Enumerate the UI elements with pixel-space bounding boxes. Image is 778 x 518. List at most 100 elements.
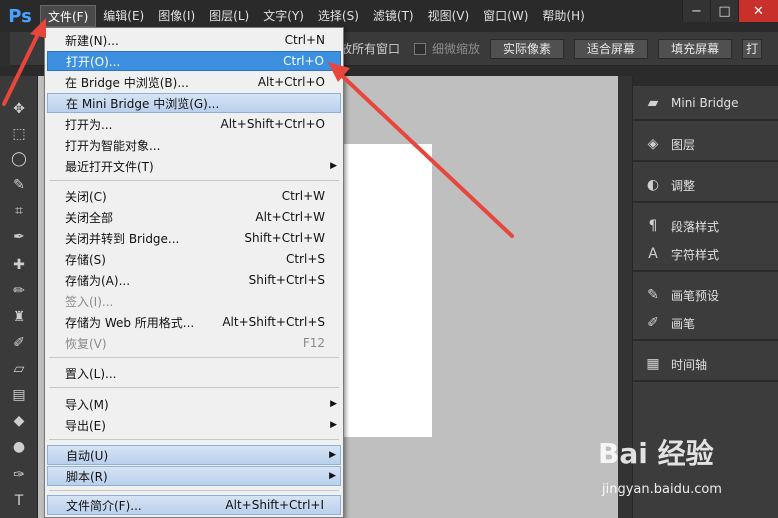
panel-timeline[interactable]: ▦ 时间轴 [633,352,778,376]
document-canvas[interactable] [338,144,432,437]
close-button[interactable]: ✕ [738,0,778,22]
panel-layers[interactable]: ◈ 图层 [633,132,778,156]
menu-separator [49,180,339,181]
panel-brush[interactable]: ✐ 画笔 [633,311,778,335]
menu-item-export[interactable]: 导出(E) ▶ [47,415,341,435]
menu-filter[interactable]: 滤镜(T) [366,5,421,27]
blur-tool-icon[interactable]: ◆ [8,410,30,432]
scrubby-zoom-label: 细微缩放 [432,42,481,56]
adjustments-icon: ◐ [646,177,660,193]
dock-separator [633,201,778,203]
marquee-tool-icon[interactable]: ⬚ [8,123,30,145]
menu-separator [49,357,339,358]
move-tool-icon[interactable]: ✥ [8,98,30,120]
menu-item-close-all[interactable]: 关闭全部 Alt+Ctrl+W [47,207,341,227]
menu-item-scripts[interactable]: 脚本(R) ▶ [47,466,341,486]
menu-separator [49,387,339,388]
options-bar-grip [0,31,10,66]
panel-character-styles[interactable]: A 字符样式 [633,242,778,266]
panel-label-mini-bridge: Mini Bridge [671,96,739,110]
menu-item-browse-in-bridge[interactable]: 在 Bridge 中浏览(B)... Alt+Ctrl+O [47,72,341,92]
menu-help[interactable]: 帮助(H) [535,5,591,27]
panel-label-timeline: 时间轴 [671,357,708,372]
menu-separator [49,490,339,491]
menu-item-open-recent[interactable]: 最近打开文件(T) ▶ [47,156,341,176]
minimize-button[interactable]: − [682,0,710,22]
panel-adjustments[interactable]: ◐ 调整 [633,173,778,197]
panel-brush-presets[interactable]: ✎ 画笔预设 [633,283,778,307]
brush-icon: ✐ [647,315,659,331]
panel-label-brush: 画笔 [671,316,696,331]
submenu-arrow-icon: ▶ [329,450,336,460]
menu-edit[interactable]: 编辑(E) [96,5,151,27]
panel-label-adjustments: 调整 [671,178,696,193]
menu-image[interactable]: 图像(I) [151,5,202,27]
submenu-arrow-icon: ▶ [330,399,337,409]
menu-item-close[interactable]: 关闭(C) Ctrl+W [47,186,341,206]
fit-screen-button[interactable]: 适合屏幕 [574,38,649,59]
mini-bridge-icon: ▰ [647,95,659,111]
dock-header[interactable] [633,76,778,86]
menu-separator [49,439,339,440]
file-menu-dropdown: 新建(N)... Ctrl+N 打开(O)... Ctrl+O 在 Bridge… [44,27,344,518]
menu-item-automate[interactable]: 自动(U) ▶ [47,445,341,465]
menu-item-save-as[interactable]: 存储为(A)... Shift+Ctrl+S [47,270,341,290]
brush-presets-icon: ✎ [647,287,659,303]
crop-tool-icon[interactable]: ⌗ [8,200,30,222]
clone-stamp-tool-icon[interactable]: ♜ [8,306,30,328]
menu-item-open[interactable]: 打开(O)... Ctrl+O [47,51,341,71]
actual-pixels-button[interactable]: 实际像素 [490,38,565,59]
menu-item-revert: 恢复(V) F12 [65,336,325,351]
menu-item-import[interactable]: 导入(M) ▶ [47,394,341,414]
timeline-icon: ▦ [646,356,660,372]
healing-brush-tool-icon[interactable]: ✚ [8,254,30,276]
menu-item-new[interactable]: 新建(N)... Ctrl+N [47,30,341,50]
dock-separator [633,270,778,272]
eraser-tool-icon[interactable]: ▱ [8,358,30,380]
panel-label-brush-presets: 画笔预设 [671,288,720,303]
panel-mini-bridge[interactable]: ▰ Mini Bridge [633,91,778,115]
dock-separator [633,119,778,121]
type-tool-icon[interactable]: T [8,490,30,512]
baidu-watermark: Bai 经验 jingyan.baidu.com [598,432,774,512]
lasso-tool-icon[interactable]: ◯ [8,148,30,170]
eyedropper-tool-icon[interactable]: ✒ [8,226,30,248]
watermark-url: jingyan.baidu.com [602,482,722,497]
zoom-all-windows-label: 放所有窗口 [340,42,401,56]
panel-label-paragraph-styles: 段落样式 [671,219,720,234]
submenu-arrow-icon: ▶ [330,420,337,430]
paragraph-styles-icon: ¶ [648,218,658,234]
history-brush-tool-icon[interactable]: ✐ [8,332,30,354]
menu-select[interactable]: 选择(S) [311,5,366,27]
menu-item-save[interactable]: 存储(S) Ctrl+S [47,249,341,269]
gradient-tool-icon[interactable]: ▤ [8,384,30,406]
window-controls: − □ ✕ [682,0,778,22]
pen-tool-icon[interactable]: ✑ [8,464,30,486]
fill-screen-button[interactable]: 填充屏幕 [658,38,733,59]
dodge-tool-icon[interactable]: ● [8,436,30,458]
layers-icon: ◈ [647,136,659,152]
panel-paragraph-styles[interactable]: ¶ 段落样式 [633,214,778,238]
menu-item-file-info[interactable]: 文件简介(F)... Alt+Shift+Ctrl+I [47,495,341,515]
menu-item-browse-in-mini-bridge[interactable]: 在 Mini Bridge 中浏览(G)... [47,93,341,113]
menu-layer[interactable]: 图层(L) [202,5,256,27]
menu-item-check-in: 签入(I)... [65,294,114,309]
scrubby-zoom-checkbox[interactable] [414,42,427,55]
print-size-button[interactable]: 打 [742,38,763,59]
menu-window[interactable]: 窗口(W) [476,5,535,27]
maximize-button[interactable]: □ [710,0,738,22]
brush-tool-icon[interactable]: ✏ [8,280,30,302]
submenu-arrow-icon: ▶ [330,161,337,171]
menu-item-place[interactable]: 置入(L)... [47,363,341,383]
menu-item-save-for-web[interactable]: 存储为 Web 所用格式... Alt+Shift+Ctrl+S [47,312,341,332]
menu-type[interactable]: 文字(Y) [256,5,311,27]
character-styles-icon: A [648,246,658,262]
tools-panel: ✥ ⬚ ◯ ✎ ⌗ ✒ ✚ ✏ ♜ ✐ ▱ ▤ ◆ ● ✑ T [0,76,38,518]
quick-selection-tool-icon[interactable]: ✎ [8,174,30,196]
menu-item-close-and-go-to-bridge[interactable]: 关闭并转到 Bridge... Shift+Ctrl+W [47,228,341,248]
menu-file[interactable]: 文件(F) [40,5,97,27]
menu-item-open-as[interactable]: 打开为... Alt+Shift+Ctrl+O [47,114,341,134]
panel-label-character-styles: 字符样式 [671,247,720,262]
menu-item-open-as-smart-object[interactable]: 打开为智能对象... [47,135,341,155]
menu-view[interactable]: 视图(V) [421,5,477,27]
